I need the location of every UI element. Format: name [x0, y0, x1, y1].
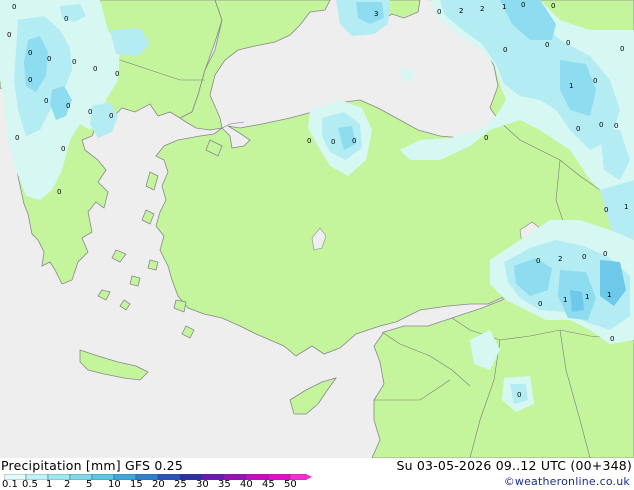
precip-label: 0 — [576, 125, 580, 133]
legend-tick-label: 20 — [152, 479, 165, 490]
precip-label: 0 — [64, 15, 68, 23]
precip-label: 0 — [15, 134, 19, 142]
precip-label: 0 — [72, 58, 76, 66]
precip-label: 3 — [374, 10, 378, 18]
credit-link[interactable]: ©weatheronline.co.uk — [504, 475, 630, 488]
precip-label: 0 — [437, 8, 441, 16]
aegean-island — [129, 275, 141, 287]
legend-tick-label: 15 — [130, 479, 143, 490]
precip-area — [570, 290, 584, 312]
precip-label: 0 — [352, 137, 356, 145]
precipitation-map: 0 3 0 2 2 1 0 0 0 0 0 0 0 0 0 0 0 0 0 0 … — [0, 0, 634, 458]
precip-label: 0 — [536, 257, 540, 265]
precip-label: 0 — [603, 250, 607, 258]
precip-label: 0 — [599, 121, 603, 129]
precip-label: 0 — [47, 55, 51, 63]
precip-label: 0 — [538, 300, 542, 308]
legend-tick-label: 1 — [46, 479, 53, 490]
legend-tick-label: 10 — [108, 479, 121, 490]
map-valid-time: Su 03-05-2026 09..12 UTC (00+348) — [396, 458, 632, 473]
legend-tick-label: 5 — [86, 479, 93, 490]
legend-tick-label: 45 — [262, 479, 275, 490]
precip-label: 0 — [28, 76, 32, 84]
precip-label: 0 — [88, 108, 92, 116]
precip-label: 0 — [115, 70, 119, 78]
legend-tick-label: 2 — [64, 479, 71, 490]
precip-label: 0 — [66, 102, 70, 110]
precip-label: 1 — [624, 203, 628, 211]
precip-label: 0 — [12, 3, 16, 11]
precip-label: 0 — [503, 46, 507, 54]
precip-label: 0 — [566, 39, 570, 47]
precip-label: 0 — [331, 138, 335, 146]
precip-label: 0 — [614, 122, 618, 130]
precip-label: 0 — [593, 77, 597, 85]
precip-label: 0 — [57, 188, 61, 196]
precip-label: 1 — [607, 291, 611, 299]
precip-label: 0 — [7, 31, 11, 39]
precip-label: 0 — [620, 45, 624, 53]
color-legend-labels: 0.1 0.5 1 2 5 10 15 20 25 30 35 40 45 50 — [0, 479, 340, 490]
legend-tick-label: 0.5 — [22, 479, 38, 490]
precip-label: 1 — [585, 293, 589, 301]
precip-label: 0 — [93, 65, 97, 73]
map-title: Precipitation [mm] GFS 0.25 — [1, 458, 183, 473]
precip-label: 0 — [484, 134, 488, 142]
precipitation-map-page: 0 3 0 2 2 1 0 0 0 0 0 0 0 0 0 0 0 0 0 0 … — [0, 0, 634, 490]
precip-label: 1 — [569, 82, 573, 90]
precip-label: 0 — [604, 206, 608, 214]
precip-label: 1 — [563, 296, 567, 304]
precip-label: 0 — [109, 112, 113, 120]
legend-tick-label: 30 — [196, 479, 209, 490]
map-footer: Precipitation [mm] GFS 0.25 Su 03-05-202… — [0, 458, 634, 490]
legend-tick-label: 50 — [284, 479, 297, 490]
aegean-island — [147, 259, 159, 271]
precip-label: 0 — [610, 335, 614, 343]
precip-label: 0 — [517, 391, 521, 399]
precip-label: 0 — [44, 97, 48, 105]
precip-label: 0 — [61, 145, 65, 153]
legend-tick-label: 35 — [218, 479, 231, 490]
legend-tick-label: 40 — [240, 479, 253, 490]
precip-label: 2 — [558, 255, 562, 263]
legend-tick-label: 25 — [174, 479, 187, 490]
precip-label: 0 — [307, 137, 311, 145]
precip-label: 0 — [545, 41, 549, 49]
precip-label: 0 — [582, 253, 586, 261]
precip-label: 0 — [521, 1, 525, 9]
precip-label: 0 — [28, 49, 32, 57]
precip-label: 2 — [459, 7, 463, 15]
precip-label: 2 — [480, 5, 484, 13]
precip-label: 0 — [551, 2, 555, 10]
precip-label: 1 — [502, 3, 506, 11]
legend-tick-label: 0.1 — [2, 479, 18, 490]
